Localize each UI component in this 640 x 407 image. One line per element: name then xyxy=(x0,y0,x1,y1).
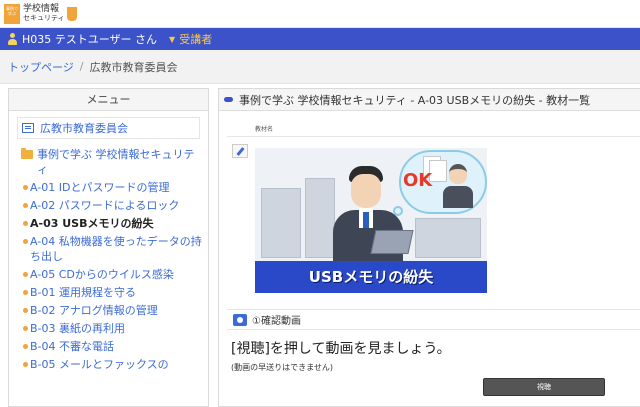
role-switch-dropdown[interactable]: ▼ 受講者 xyxy=(169,31,212,47)
bullet-icon xyxy=(23,203,28,208)
bullet-icon xyxy=(23,185,28,190)
play-button[interactable]: 視聴 xyxy=(483,378,605,396)
column-header: 教材名 xyxy=(227,123,640,137)
menu-item-b04[interactable]: B-04 不審な電話 xyxy=(23,339,208,354)
material-thumbnail[interactable]: OK USBメモリの紛失 xyxy=(255,148,487,293)
menu-item-label: B-01 運用規程を守る xyxy=(30,286,137,299)
breadcrumb-current: 広教市教育委員会 xyxy=(89,60,178,74)
note-text: (動画の早送りはできません) xyxy=(231,363,334,372)
video-section-header: ①確認動画 xyxy=(227,309,640,329)
user-name: H035 テストユーザー さん xyxy=(22,33,158,46)
video-camera-icon xyxy=(233,313,247,326)
menu-item-b02[interactable]: B-02 アナログ情報の管理 xyxy=(23,303,208,318)
menu-item-label: B-04 不審な電話 xyxy=(30,340,115,353)
room-icon xyxy=(22,123,34,133)
instruction-text: [視聴]を押して動画を見ましょう。 xyxy=(231,341,451,357)
menu-item-b03[interactable]: B-03 裏紙の再利用 xyxy=(23,321,208,336)
menu-item-a03[interactable]: A-03 USBメモリの紛失 xyxy=(23,216,208,231)
menu-room-label: 広教市教育委員会 xyxy=(40,122,128,135)
menu-item-label: A-02 パスワードによるロック xyxy=(30,199,180,212)
menu-item-a01[interactable]: A-01 IDとパスワードの管理 xyxy=(23,180,208,195)
role-label: 受講者 xyxy=(179,33,213,46)
bullet-icon xyxy=(23,326,28,331)
top-header: 事例で学ぶ 学校情報 セキュリティ xyxy=(0,0,640,28)
caret-down-icon: ▼ xyxy=(169,34,176,44)
menu-room-link[interactable]: 広教市教育委員会 xyxy=(17,117,200,139)
menu-item-label: A-04 私物機器を使ったデータの持ち出し xyxy=(30,235,202,263)
breadcrumb-separator: / xyxy=(79,60,84,73)
site-logo[interactable]: 事例で学ぶ 学校情報 セキュリティ xyxy=(4,3,77,25)
menu-course-link[interactable]: 事例で学ぶ 学校情報セキュリティ xyxy=(21,147,204,177)
menu-item-b01[interactable]: B-01 運用規程を守る xyxy=(23,285,208,300)
background-cabinet xyxy=(261,188,301,258)
content-title: 事例で学ぶ 学校情報セキュリティ - A-03 USBメモリの紛失 - 教材一覧 xyxy=(239,93,591,107)
menu-panel: メニュー 広教市教育委員会 事例で学ぶ 学校情報セキュリティ A-01 IDとパ… xyxy=(8,88,209,407)
bullet-icon xyxy=(23,362,28,367)
logo-tag-icon xyxy=(66,7,77,21)
breadcrumb-top-link[interactable]: トップページ xyxy=(8,59,74,75)
menu-item-label: A-03 USBメモリの紛失 xyxy=(30,217,154,230)
menu-item-label: B-05 メールとファックスの xyxy=(30,358,169,371)
logo-line2: セキュリティ xyxy=(23,14,65,22)
logo-badge: 事例で学ぶ xyxy=(4,4,20,24)
menu-list: A-01 IDとパスワードの管理 A-02 パスワードによるロック A-03 U… xyxy=(23,180,208,372)
menu-item-a05[interactable]: A-05 CDからのウイルス感染 xyxy=(23,267,208,282)
menu-item-label: B-02 アナログ情報の管理 xyxy=(30,304,158,317)
breadcrumb: トップページ / 広教市教育委員会 xyxy=(0,50,640,84)
bullet-icon xyxy=(23,239,28,244)
bullet-icon xyxy=(23,221,28,226)
edit-button[interactable] xyxy=(232,144,248,158)
pencil-icon xyxy=(235,146,245,156)
menu-item-a04[interactable]: A-04 私物機器を使ったデータの持ち出し xyxy=(23,234,208,264)
menu-item-b05[interactable]: B-05 メールとファックスの xyxy=(23,357,208,372)
bullet-icon xyxy=(23,308,28,313)
content-panel: 事例で学ぶ 学校情報セキュリティ - A-03 USBメモリの紛失 - 教材一覧… xyxy=(218,88,640,407)
menu-item-a02[interactable]: A-02 パスワードによるロック xyxy=(23,198,208,213)
menu-title: メニュー xyxy=(9,89,208,111)
bullet-icon xyxy=(23,290,28,295)
menu-item-label: A-05 CDからのウイルス感染 xyxy=(30,268,174,281)
folder-icon xyxy=(21,148,33,159)
pill-icon xyxy=(224,97,233,102)
manager-head xyxy=(449,164,467,184)
worried-man-tie xyxy=(363,212,369,228)
user-navbar: H035 テストユーザー さん ▼ 受講者 xyxy=(0,28,640,50)
bullet-icon xyxy=(23,344,28,349)
user-icon xyxy=(8,33,17,45)
content-header: 事例で学ぶ 学校情報セキュリティ - A-03 USBメモリの紛失 - 教材一覧 xyxy=(219,89,640,111)
logo-line1: 学校情報 xyxy=(23,4,60,14)
menu-item-label: A-01 IDとパスワードの管理 xyxy=(30,181,170,194)
video-section: [視聴]を押して動画を見ましょう。 (動画の早送りはできません) 視聴 xyxy=(227,329,640,406)
video-section-title: ①確認動画 xyxy=(252,316,301,327)
bullet-icon xyxy=(23,272,28,277)
background-cabinet xyxy=(415,218,481,258)
manager-body xyxy=(443,186,473,208)
menu-item-label: B-03 裏紙の再利用 xyxy=(30,322,126,335)
thumbnail-title: USBメモリの紛失 xyxy=(308,268,434,286)
menu-course-label: 事例で学ぶ 学校情報セキュリティ xyxy=(37,148,195,176)
logo-text: 学校情報 セキュリティ xyxy=(23,5,65,23)
background-cabinet xyxy=(305,178,335,258)
laptop-icon xyxy=(370,230,414,254)
ok-text: OK xyxy=(403,170,433,191)
worried-man-head xyxy=(351,174,381,208)
